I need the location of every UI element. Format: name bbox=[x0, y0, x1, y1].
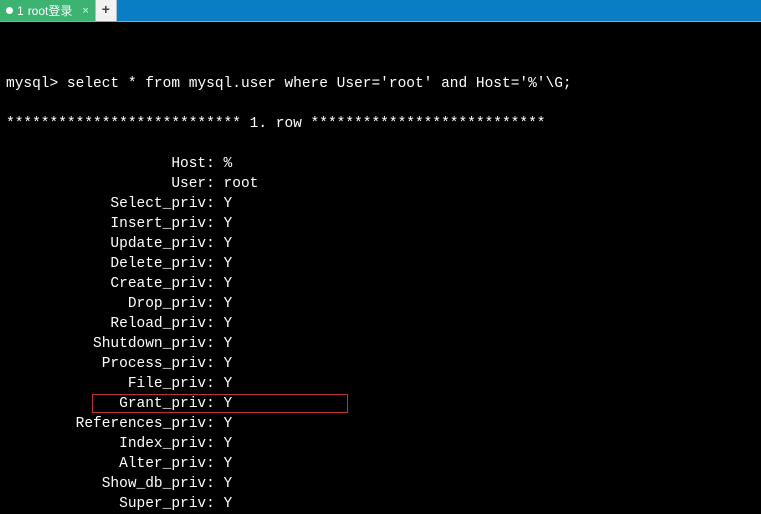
field-row: Shutdown_priv: Y bbox=[6, 334, 755, 354]
field-row: Alter_priv: Y bbox=[6, 454, 755, 474]
field-update_priv: Update_priv: Y bbox=[6, 236, 232, 252]
field-row: Super_priv: Y bbox=[6, 494, 755, 514]
field-row: Select_priv: Y bbox=[6, 194, 755, 214]
tab-active[interactable]: 1 root登录 × bbox=[0, 0, 95, 21]
field-shutdown_priv: Shutdown_priv: Y bbox=[6, 336, 232, 352]
field-grant_priv: Grant_priv: Y bbox=[6, 396, 232, 412]
row-separator: *************************** 1. row *****… bbox=[6, 114, 755, 134]
field-row: Create_priv: Y bbox=[6, 274, 755, 294]
close-icon[interactable]: × bbox=[82, 5, 88, 17]
field-file_priv: File_priv: Y bbox=[6, 376, 232, 392]
field-super_priv: Super_priv: Y bbox=[6, 496, 232, 512]
field-drop_priv: Drop_priv: Y bbox=[6, 296, 232, 312]
field-create_priv: Create_priv: Y bbox=[6, 276, 232, 292]
field-row: Grant_priv: Y bbox=[6, 394, 755, 414]
plus-icon: + bbox=[102, 3, 110, 19]
field-delete_priv: Delete_priv: Y bbox=[6, 256, 232, 272]
field-row: Reload_priv: Y bbox=[6, 314, 755, 334]
field-row: Drop_priv: Y bbox=[6, 294, 755, 314]
field-reload_priv: Reload_priv: Y bbox=[6, 316, 232, 332]
field-row: Index_priv: Y bbox=[6, 434, 755, 454]
mysql-prompt: mysql> bbox=[6, 76, 58, 92]
field-row: Update_priv: Y bbox=[6, 234, 755, 254]
field-index_priv: Index_priv: Y bbox=[6, 436, 232, 452]
field-row: File_priv: Y bbox=[6, 374, 755, 394]
field-row: Show_db_priv: Y bbox=[6, 474, 755, 494]
tab-bar: 1 root登录 × + bbox=[0, 0, 761, 22]
field-show_db_priv: Show_db_priv: Y bbox=[6, 476, 232, 492]
field-alter_priv: Alter_priv: Y bbox=[6, 456, 232, 472]
add-tab-button[interactable]: + bbox=[95, 0, 117, 21]
terminal-output[interactable]: mysql> select * from mysql.user where Us… bbox=[0, 22, 761, 514]
field-user: User: root bbox=[6, 176, 258, 192]
field-process_priv: Process_priv: Y bbox=[6, 356, 232, 372]
tab-status-icon bbox=[6, 7, 13, 14]
field-select_priv: Select_priv: Y bbox=[6, 196, 232, 212]
field-row: Process_priv: Y bbox=[6, 354, 755, 374]
result-fields: Host: % User: root Select_priv: Y Insert… bbox=[6, 154, 755, 514]
field-row: User: root bbox=[6, 174, 755, 194]
tab-label: root登录 bbox=[28, 2, 73, 19]
field-insert_priv: Insert_priv: Y bbox=[6, 216, 232, 232]
tab-index: 1 bbox=[17, 4, 24, 18]
sql-command: select * from mysql.user where User='roo… bbox=[67, 76, 572, 92]
field-row: Insert_priv: Y bbox=[6, 214, 755, 234]
field-row: Delete_priv: Y bbox=[6, 254, 755, 274]
field-row: References_priv: Y bbox=[6, 414, 755, 434]
field-host: Host: % bbox=[6, 156, 232, 172]
field-row: Host: % bbox=[6, 154, 755, 174]
field-references_priv: References_priv: Y bbox=[6, 416, 232, 432]
